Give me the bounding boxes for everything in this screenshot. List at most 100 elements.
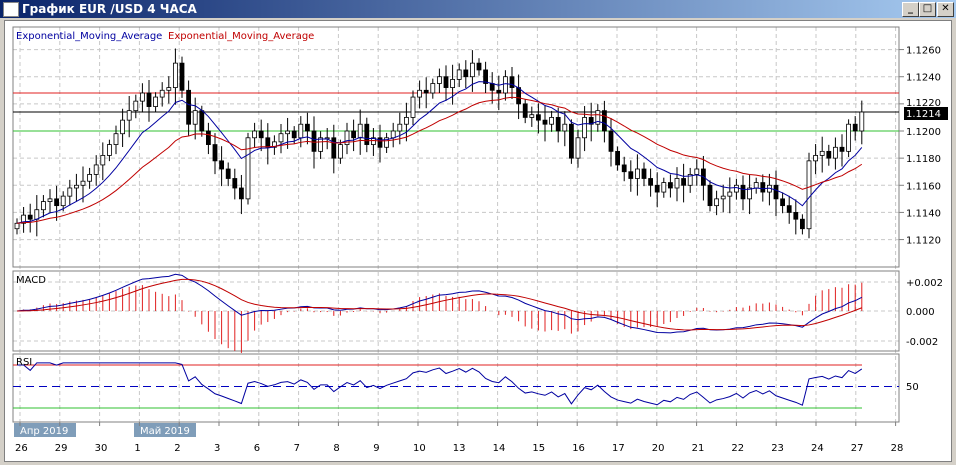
candle-body (265, 137, 271, 148)
candle-body (635, 168, 640, 179)
x-tick-label: 7 (294, 443, 300, 454)
candle-body (780, 198, 785, 207)
candle-body (298, 123, 304, 139)
rsi-tick: 50 (906, 382, 919, 393)
candle-body (621, 164, 627, 173)
macd-label: MACD (16, 275, 46, 286)
candle-body (654, 184, 660, 193)
candle-body (516, 87, 521, 105)
candle-body (707, 184, 713, 207)
candle-body (469, 62, 475, 78)
candle-body (839, 146, 845, 152)
price-tick-label: 1.1260 (906, 46, 941, 57)
candle-body (219, 160, 225, 170)
candle-body (753, 182, 759, 189)
candle-body (826, 150, 832, 159)
candle-body (760, 182, 766, 193)
chart-canvas[interactable]: Exponential_Moving_Average Exponential_M… (0, 0, 956, 465)
candle-body (120, 119, 125, 135)
candle-body (172, 62, 178, 88)
candle-body (681, 178, 686, 186)
candle-body (430, 83, 436, 94)
candle-body (199, 110, 205, 132)
candle-body (87, 174, 92, 182)
candle-body (238, 187, 244, 200)
candle-body (337, 144, 343, 159)
candle-body (793, 212, 799, 220)
macd-tick: +0.002 (906, 278, 943, 289)
x-tick-label: 8 (333, 443, 339, 454)
rsi-panel (12, 353, 900, 423)
price-tick-label: 1.1200 (906, 127, 941, 138)
candle-body (34, 209, 40, 220)
current-price-label: 1.1214 (906, 109, 941, 120)
ema-slow-line (16, 96, 863, 224)
candle-body (727, 191, 733, 197)
candle-body (139, 92, 145, 102)
candle-body (67, 187, 73, 197)
candle-body (93, 164, 99, 175)
candle-body (549, 117, 554, 125)
x-tick-label: 21 (692, 443, 705, 454)
candle-body (205, 130, 211, 145)
candle-body (232, 178, 238, 189)
legend-ema-fast: Exponential_Moving_Average (16, 31, 162, 42)
candle-body (786, 205, 792, 213)
candle-body (575, 137, 581, 159)
candle-body (496, 89, 502, 94)
x-tick-label: 15 (532, 443, 545, 454)
candle-body (245, 137, 251, 200)
candle-body (555, 117, 561, 132)
candle-body (674, 178, 680, 189)
candle-body (463, 69, 469, 78)
x-tick-label: 24 (811, 443, 824, 454)
price-tick-label: 1.1180 (906, 154, 941, 165)
candle-body (27, 214, 33, 220)
candle-body (819, 150, 825, 156)
candle-body (410, 96, 416, 118)
candle-body (146, 92, 152, 107)
x-tick-label: 27 (851, 443, 864, 454)
candle-body (648, 178, 653, 186)
candle-body (509, 76, 515, 88)
candle-body (364, 123, 370, 145)
candle-body (179, 62, 185, 91)
candle-body (41, 201, 46, 211)
x-tick-label: 28 (891, 443, 904, 454)
candle-body (100, 155, 106, 166)
candle-body (582, 117, 587, 139)
candle-body (278, 133, 284, 143)
candle-body (285, 130, 291, 135)
price-tick-label: 1.1240 (906, 73, 941, 84)
candle-body (80, 180, 86, 186)
candle-body (813, 155, 818, 162)
month-label-apr: Апр 2019 (20, 426, 68, 437)
candle-body (694, 168, 700, 175)
candle-body (450, 79, 456, 88)
x-tick-label: 23 (771, 443, 784, 454)
candle-body (476, 62, 482, 71)
x-tick-label: 20 (652, 443, 665, 454)
candle-body (351, 130, 357, 139)
x-tick-label: 16 (572, 443, 585, 454)
candle-body (311, 130, 317, 152)
price-panel (12, 26, 900, 268)
candle-body (542, 119, 548, 125)
candle-body (133, 100, 139, 112)
candle-body (397, 123, 403, 132)
candle-body (502, 76, 508, 94)
candle-body (390, 130, 396, 139)
candle-body (153, 96, 159, 107)
candle-body (166, 87, 172, 91)
candle-body (489, 83, 495, 91)
candle-body (60, 195, 66, 207)
candle-body (668, 182, 673, 189)
candle-body (159, 89, 165, 98)
x-tick-label: 2 (174, 443, 180, 454)
candle-body (734, 184, 739, 193)
candle-body (628, 171, 634, 179)
candle-body (522, 103, 528, 118)
x-tick-label: 1 (134, 443, 140, 454)
x-tick-label: 17 (612, 443, 625, 454)
candle-body (186, 89, 192, 125)
